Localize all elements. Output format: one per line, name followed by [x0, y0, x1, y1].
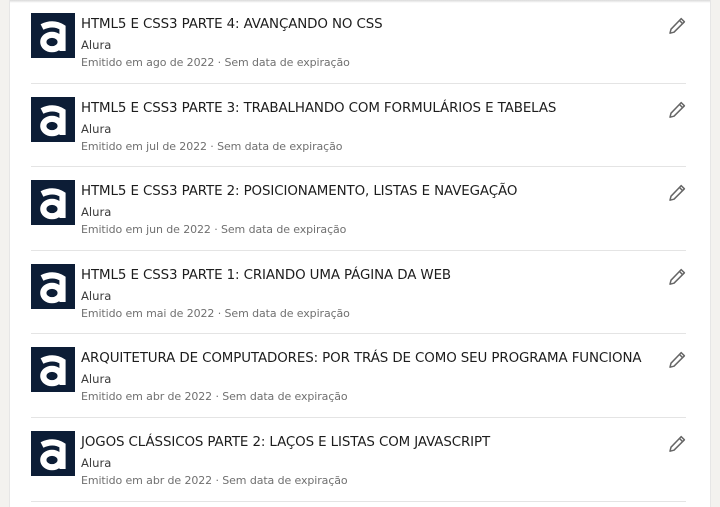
pencil-icon	[669, 268, 686, 285]
certifications-list: HTML5 E CSS3 PARTE 4: AVANÇANDO NO CSS A…	[31, 0, 686, 502]
certification-details: HTML5 E CSS3 PARTE 2: POSICIONAMENTO, LI…	[81, 183, 656, 238]
certification-issue-date: Emitido em mai de 2022 · Sem data de exp…	[81, 306, 350, 320]
certification-details: ARQUITETURA DE COMPUTADORES: POR TRÁS DE…	[81, 350, 656, 405]
edit-certification-button[interactable]	[666, 266, 688, 288]
certification-item: JOGOS CLÁSSICOS PARTE 2: LAÇOS E LISTAS …	[31, 418, 686, 502]
certification-item: ARQUITETURA DE COMPUTADORES: POR TRÁS DE…	[31, 334, 686, 418]
pencil-icon	[669, 435, 686, 452]
edit-certification-button[interactable]	[666, 433, 688, 455]
certification-item: HTML5 E CSS3 PARTE 3: TRABALHANDO COM FO…	[31, 84, 686, 168]
certification-issue-date: Emitido em jun de 2022 · Sem data de exp…	[81, 223, 347, 237]
certification-title: HTML5 E CSS3 PARTE 1: CRIANDO UMA PÁGINA…	[81, 267, 452, 283]
edit-certification-button[interactable]	[666, 182, 688, 204]
pencil-icon	[669, 17, 686, 34]
certification-issuer: Alura	[81, 455, 112, 470]
pencil-icon	[669, 101, 686, 118]
licenses-certifications-card: HTML5 E CSS3 PARTE 4: AVANÇANDO NO CSS A…	[9, 0, 711, 507]
alura-logo-icon[interactable]	[31, 430, 75, 476]
certification-issuer: Alura	[81, 372, 112, 387]
certification-issue-date: Emitido em abr de 2022 · Sem data de exp…	[81, 390, 348, 404]
certification-issuer: Alura	[81, 121, 112, 136]
certification-details: JOGOS CLÁSSICOS PARTE 2: LAÇOS E LISTAS …	[81, 434, 656, 489]
edit-certification-button[interactable]	[666, 99, 688, 121]
certification-issuer: Alura	[81, 288, 112, 303]
pencil-icon	[669, 185, 686, 202]
certification-details: HTML5 E CSS3 PARTE 4: AVANÇANDO NO CSS A…	[81, 16, 656, 71]
alura-logo-icon[interactable]	[31, 13, 75, 58]
certification-issue-date: Emitido em jul de 2022 · Sem data de exp…	[81, 139, 343, 153]
alura-logo-icon[interactable]	[31, 347, 75, 393]
certification-title: HTML5 E CSS3 PARTE 2: POSICIONAMENTO, LI…	[81, 184, 518, 200]
edit-certification-button[interactable]	[666, 15, 688, 37]
certification-title: HTML5 E CSS3 PARTE 3: TRABALHANDO COM FO…	[81, 100, 557, 116]
alura-logo-icon[interactable]	[31, 180, 75, 226]
certification-details: HTML5 E CSS3 PARTE 3: TRABALHANDO COM FO…	[81, 100, 656, 155]
alura-logo-icon[interactable]	[31, 96, 75, 142]
certification-issuer: Alura	[81, 38, 112, 52]
certification-title: ARQUITETURA DE COMPUTADORES: POR TRÁS DE…	[81, 351, 642, 367]
certification-item: HTML5 E CSS3 PARTE 1: CRIANDO UMA PÁGINA…	[31, 251, 686, 335]
certification-item: HTML5 E CSS3 PARTE 4: AVANÇANDO NO CSS A…	[31, 0, 686, 84]
certification-title: HTML5 E CSS3 PARTE 4: AVANÇANDO NO CSS	[81, 17, 383, 32]
alura-logo-icon[interactable]	[31, 263, 75, 309]
certification-issuer: Alura	[81, 205, 112, 220]
certification-issue-date: Emitido em abr de 2022 · Sem data de exp…	[81, 473, 348, 487]
certification-issue-date: Emitido em ago de 2022 · Sem data de exp…	[81, 56, 350, 69]
certification-details: HTML5 E CSS3 PARTE 1: CRIANDO UMA PÁGINA…	[81, 267, 656, 322]
pencil-icon	[669, 352, 686, 369]
edit-certification-button[interactable]	[666, 349, 688, 371]
certification-title: JOGOS CLÁSSICOS PARTE 2: LAÇOS E LISTAS …	[81, 434, 491, 450]
certification-item: HTML5 E CSS3 PARTE 2: POSICIONAMENTO, LI…	[31, 167, 686, 251]
